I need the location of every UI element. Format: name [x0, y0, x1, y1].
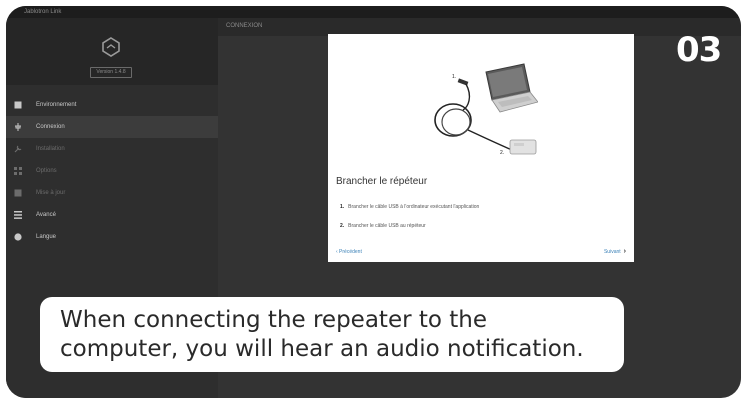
- sidebar-nav: Environnement Connexion Installation Opt…: [6, 94, 218, 248]
- breadcrumb-label: CONNEXION: [226, 23, 263, 29]
- wrench-icon: [14, 145, 22, 153]
- sidebar-item-options[interactable]: Options: [6, 160, 218, 182]
- square-icon: [14, 101, 22, 109]
- globe-icon: [14, 233, 22, 241]
- next-button[interactable]: Suivant ›: [604, 248, 626, 255]
- sidebar-item-mise-a-jour[interactable]: Mise à jour: [6, 182, 218, 204]
- sidebar-item-connexion[interactable]: Connexion: [6, 116, 218, 138]
- sidebar-item-label: Installation: [36, 146, 65, 152]
- next-button-label: Suivant: [603, 248, 621, 255]
- sidebar-item-label: Avancé: [36, 212, 56, 218]
- previous-button[interactable]: ‹ Précédent: [336, 249, 362, 255]
- chevron-right-icon: ›: [623, 248, 626, 255]
- plug-icon: [14, 123, 22, 131]
- window-title: Jablotron Link: [24, 9, 62, 15]
- menu-icon: [14, 211, 22, 219]
- instruction-step: 2. Brancher le câble USB au répéteur: [340, 223, 426, 229]
- grid-icon: [14, 167, 22, 175]
- caption-line-2: computer, you will hear an audio notific…: [60, 336, 584, 362]
- sidebar-item-label: Options: [36, 168, 57, 174]
- sidebar-header: Version 1.4.8: [6, 18, 218, 85]
- sidebar-item-environnement[interactable]: Environnement: [6, 94, 218, 116]
- download-icon: [14, 189, 22, 197]
- sidebar-item-avance[interactable]: Avancé: [6, 204, 218, 226]
- caption-box: When connecting the repeater to the comp…: [40, 297, 624, 372]
- laptop-usb-repeater-illustration: 1. 2.: [434, 63, 538, 156]
- version-label: Version 1.4.8: [90, 67, 132, 78]
- panel-title: Brancher le répéteur: [336, 176, 428, 187]
- connection-panel: 1. 2. Brancher le répéteur 1. Brancher l…: [328, 34, 634, 262]
- sidebar-item-label: Environnement: [36, 102, 77, 108]
- app-logo-icon: [102, 37, 120, 57]
- instruction-step: 1. Brancher le câble USB à l'ordinateur …: [340, 204, 479, 210]
- step-text: Brancher le câble USB à l'ordinateur exé…: [348, 204, 480, 210]
- step-number: 2.: [340, 223, 345, 229]
- sidebar-item-label: Connexion: [36, 124, 65, 130]
- sidebar-item-langue[interactable]: Langue: [6, 226, 218, 248]
- step-badge: 03: [676, 30, 722, 70]
- sidebar-item-label: Mise à jour: [36, 190, 66, 196]
- illustration-label-1: 1.: [452, 74, 456, 80]
- step-number: 1.: [340, 204, 345, 210]
- step-text: Brancher le câble USB au répéteur: [348, 223, 426, 229]
- caption-line-1: When connecting the repeater to the: [60, 307, 488, 333]
- illustration-label-2: 2.: [500, 150, 504, 156]
- window-titlebar: Jablotron Link: [6, 6, 741, 18]
- sidebar-item-installation[interactable]: Installation: [6, 138, 218, 160]
- sidebar-item-label: Langue: [36, 234, 57, 240]
